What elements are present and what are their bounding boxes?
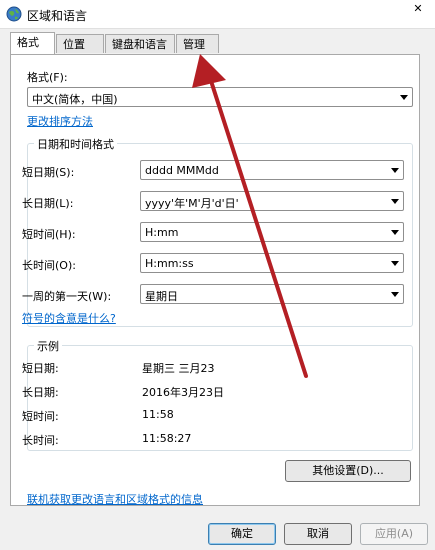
first-day-select[interactable]: 星期日 — [140, 284, 404, 304]
datetime-formats-group: 日期和时间格式 短日期(S): dddd MMMdd 长日期(L): yyyy'… — [22, 136, 413, 327]
tab-keyboards-languages[interactable]: 键盘和语言 — [105, 34, 175, 53]
window-title: 区域和语言 — [27, 9, 88, 23]
example-long-time-label: 长时间: — [22, 434, 59, 447]
chevron-down-icon — [391, 261, 399, 266]
other-settings-button[interactable]: 其他设置(D)... — [285, 460, 411, 482]
format-select[interactable]: 中文(简体，中国) — [27, 87, 413, 107]
region-language-dialog: 区域和语言 ✕ 格式 位置 键盘和语言 管理 格式(F): 中文(简体，中国) … — [0, 0, 435, 550]
long-date-label: 长日期(L): — [22, 197, 74, 210]
ok-button[interactable]: 确定 — [208, 523, 276, 545]
first-day-label: 一周的第一天(W): — [22, 290, 112, 303]
title-bar: 区域和语言 ✕ — [0, 0, 435, 29]
example-short-time-value: 11:58 — [142, 408, 174, 421]
short-time-select[interactable]: H:mm — [140, 222, 404, 242]
long-date-value: yyyy'年'M'月'd'日' — [145, 197, 239, 210]
chevron-down-icon — [391, 199, 399, 204]
datetime-group-title: 日期和时间格式 — [34, 136, 117, 152]
short-time-label: 短时间(H): — [22, 228, 76, 241]
change-sort-link[interactable]: 更改排序方法 — [27, 113, 93, 129]
long-time-select[interactable]: H:mm:ss — [140, 253, 404, 273]
short-date-label: 短日期(S): — [22, 166, 75, 179]
example-short-date-label: 短日期: — [22, 362, 59, 375]
chevron-down-icon — [391, 292, 399, 297]
chevron-down-icon — [400, 95, 408, 100]
format-select-value: 中文(简体，中国) — [32, 93, 118, 106]
online-info-link[interactable]: 联机获取更改语言和区域格式的信息 — [27, 491, 203, 507]
example-short-time-label: 短时间: — [22, 410, 59, 423]
short-date-select[interactable]: dddd MMMdd — [140, 160, 404, 180]
cancel-button[interactable]: 取消 — [284, 523, 352, 545]
close-icon[interactable]: ✕ — [407, 2, 429, 22]
first-day-value: 星期日 — [145, 290, 178, 303]
example-short-date-value: 星期三 三月23 — [142, 362, 215, 375]
long-time-label: 长时间(O): — [22, 259, 76, 272]
short-date-value: dddd MMMdd — [145, 164, 219, 177]
tab-format[interactable]: 格式 — [10, 32, 55, 54]
example-long-time-value: 11:58:27 — [142, 432, 192, 445]
examples-group-title: 示例 — [34, 338, 62, 354]
chevron-down-icon — [391, 168, 399, 173]
format-label: 格式(F): — [27, 71, 68, 84]
long-date-select[interactable]: yyyy'年'M'月'd'日' — [140, 191, 404, 211]
chevron-down-icon — [391, 230, 399, 235]
tab-administrative[interactable]: 管理 — [176, 34, 219, 53]
tab-location[interactable]: 位置 — [56, 34, 104, 53]
example-long-date-value: 2016年3月23日 — [142, 386, 224, 399]
symbol-meaning-link[interactable]: 符号的含意是什么? — [22, 310, 116, 326]
apply-button: 应用(A) — [360, 523, 428, 545]
examples-group: 示例 短日期: 星期三 三月23 长日期: 2016年3月23日 短时间: 11… — [22, 338, 413, 451]
example-long-date-label: 长日期: — [22, 386, 59, 399]
short-time-value: H:mm — [145, 226, 179, 239]
format-panel: 格式(F): 中文(简体，中国) 更改排序方法 日期和时间格式 短日期(S): … — [10, 54, 420, 506]
long-time-value: H:mm:ss — [145, 257, 194, 270]
tab-bar: 格式 位置 键盘和语言 管理 — [10, 32, 430, 54]
globe-icon — [6, 6, 22, 22]
